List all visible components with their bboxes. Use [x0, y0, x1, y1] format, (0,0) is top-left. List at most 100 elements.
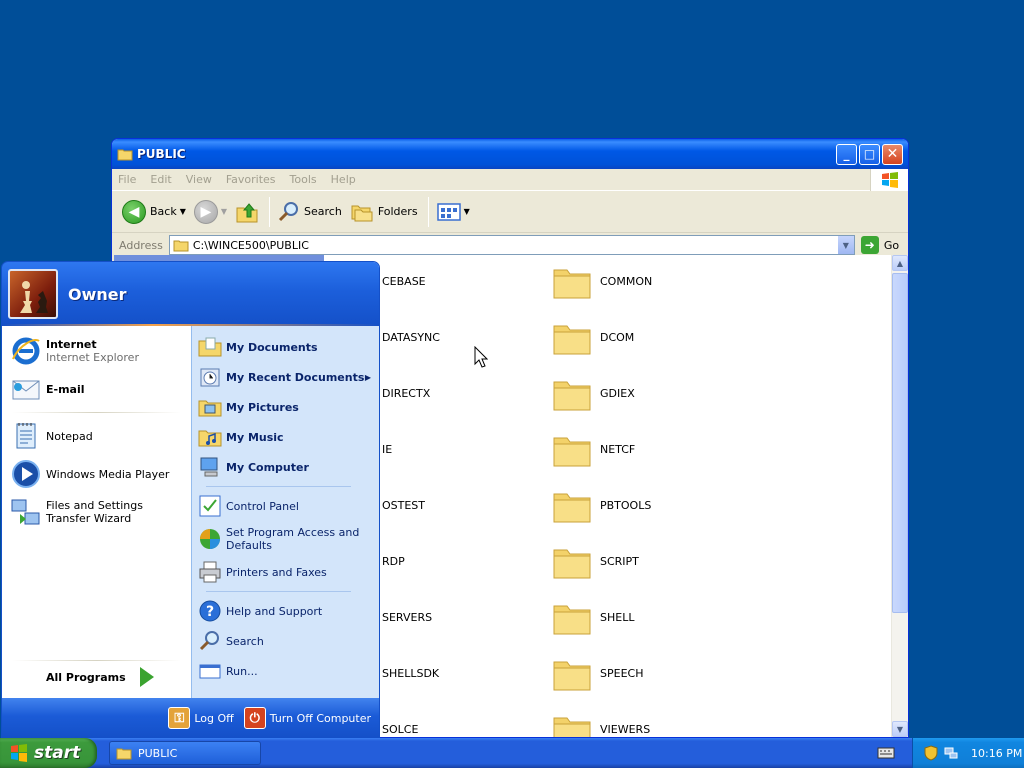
toolbar-separator: [269, 196, 271, 227]
place-my-pictures[interactable]: My Pictures: [192, 392, 379, 422]
folder-name: VIEWERS: [600, 722, 651, 736]
pinned-email[interactable]: E-mail: [2, 370, 191, 408]
transfer-wizard-icon: [11, 499, 40, 525]
set-program-access[interactable]: Set Program Access and Defaults: [192, 521, 379, 557]
place-my-computer[interactable]: My Computer: [192, 452, 379, 482]
recent-documents-icon: [200, 368, 220, 387]
pinned-internet[interactable]: Internet Internet Explorer: [2, 332, 191, 370]
back-button[interactable]: ◀ Back ▼: [122, 199, 186, 224]
place-my-recent-documents[interactable]: My Recent Documents ▶: [192, 362, 379, 392]
minimize-button[interactable]: _: [836, 143, 857, 165]
menu-help[interactable]: Help: [331, 173, 356, 186]
control-panel[interactable]: Control Panel: [192, 491, 379, 521]
place-my-music[interactable]: My Music: [192, 422, 379, 452]
help-and-support[interactable]: ? Help and Support: [192, 596, 379, 626]
folder-name: GDIEX: [600, 386, 635, 400]
keyboard-icon[interactable]: [877, 746, 895, 760]
user-avatar[interactable]: [8, 269, 58, 319]
folder-name: COMMON: [600, 274, 653, 288]
menu-tools[interactable]: Tools: [290, 173, 317, 186]
back-arrow-icon: ◀: [122, 199, 146, 224]
forward-button[interactable]: ▶ ▼: [193, 199, 228, 224]
control-panel-icon: [199, 495, 221, 517]
key-icon: ⚿: [168, 707, 191, 729]
all-programs-button[interactable]: All Programs: [2, 660, 191, 694]
recent-notepad[interactable]: Notepad: [2, 417, 191, 455]
vertical-scrollbar[interactable]: ▲ ▼: [891, 255, 908, 737]
folder-icon: [553, 269, 591, 299]
folder-name: DCOM: [600, 330, 635, 344]
network-icon[interactable]: [943, 745, 959, 761]
views-icon: [436, 202, 461, 221]
address-input[interactable]: C:\WINCE500\PUBLIC ▼: [168, 235, 855, 255]
scroll-thumb[interactable]: [892, 273, 908, 613]
submenu-arrow-icon: ▶: [364, 372, 371, 382]
folder-item[interactable]: COMMON: [552, 261, 652, 301]
menu-edit[interactable]: Edit: [150, 173, 171, 186]
recent-files-settings-transfer[interactable]: Files and Settings Transfer Wizard: [2, 493, 191, 531]
close-button[interactable]: ✕: [882, 143, 903, 165]
recent-windows-media-player[interactable]: Windows Media Player: [2, 455, 191, 493]
menu-divider: [206, 591, 351, 592]
printers-and-faxes[interactable]: Printers and Faxes: [192, 557, 379, 587]
folder-item[interactable]: SPEECH: [552, 653, 643, 693]
folders-button[interactable]: Folders: [350, 201, 418, 223]
search-icon: [199, 631, 219, 651]
forward-arrow-icon: ▶: [193, 199, 218, 224]
window-titlebar[interactable]: PUBLIC _ □ ✕: [112, 139, 908, 169]
search-icon: [278, 201, 299, 221]
folder-item[interactable]: GDIEX: [552, 373, 635, 413]
search-button[interactable]: Search: [278, 201, 342, 223]
address-dropdown-button[interactable]: ▼: [836, 236, 854, 254]
folder-icon: [173, 240, 189, 252]
search-menu-item[interactable]: Search: [192, 626, 379, 656]
folder-name: NETCF: [600, 442, 636, 456]
folder-name: SCRIPT: [600, 554, 639, 568]
taskbar: start PUBLIC 10:16 PM: [0, 738, 1024, 768]
folder-icon: [553, 661, 591, 691]
menu-favorites[interactable]: Favorites: [226, 173, 276, 186]
folder-icon: [117, 149, 133, 161]
folder-item[interactable]: NETCF: [552, 429, 635, 469]
folder-name: DATASYNC: [382, 330, 440, 344]
run-menu-item[interactable]: Run...: [192, 656, 379, 686]
help-icon: ?: [199, 600, 221, 622]
start-menu-places: My Documents My Recent Documents ▶ My Pi…: [191, 326, 379, 698]
folder-name: SOLCE: [382, 722, 419, 736]
clock[interactable]: 10:16 PM: [971, 747, 1022, 760]
menu-divider: [206, 486, 351, 487]
start-menu-programs: Internet Internet Explorer E-mail Notepad…: [2, 326, 191, 698]
maximize-button[interactable]: □: [859, 143, 880, 165]
scroll-up-button[interactable]: ▲: [892, 255, 908, 271]
chevron-down-icon: ▼: [220, 207, 228, 216]
menu-file[interactable]: File: [118, 173, 136, 186]
chevron-down-icon: ▼: [179, 207, 186, 216]
go-button[interactable]: ➜ Go: [860, 236, 899, 254]
start-menu: Owner Internet Internet Explorer E-mail N…: [1, 261, 380, 739]
window-title: PUBLIC: [137, 147, 186, 161]
folder-icon: [553, 549, 591, 579]
folder-item[interactable]: SHELL: [552, 597, 634, 637]
my-music-icon: [198, 430, 222, 447]
place-my-documents[interactable]: My Documents: [192, 332, 379, 362]
scroll-down-button[interactable]: ▼: [892, 721, 908, 737]
folder-icon: [553, 437, 591, 467]
folder-item[interactable]: SCRIPT: [552, 541, 639, 581]
up-folder-button[interactable]: [235, 200, 259, 224]
email-icon: [12, 380, 40, 400]
folder-name: SERVERS: [382, 610, 433, 624]
folder-name: RDP: [382, 554, 405, 568]
log-off-button[interactable]: ⚿ Log Off: [168, 707, 234, 729]
folder-item[interactable]: PBTOOLS: [552, 485, 651, 525]
chevron-down-icon: ▼: [463, 207, 470, 216]
views-button[interactable]: ▼: [436, 202, 470, 222]
turn-off-button[interactable]: ⏻ Turn Off Computer: [243, 707, 371, 729]
run-icon: [199, 664, 221, 679]
folder-name: OSTEST: [382, 498, 426, 512]
taskbar-window-public[interactable]: PUBLIC: [109, 741, 261, 765]
security-shield-icon[interactable]: [923, 745, 939, 761]
start-button[interactable]: start: [0, 738, 97, 768]
folder-item[interactable]: DCOM: [552, 317, 634, 357]
folder-item[interactable]: VIEWERS: [552, 709, 650, 737]
menu-view[interactable]: View: [186, 173, 212, 186]
